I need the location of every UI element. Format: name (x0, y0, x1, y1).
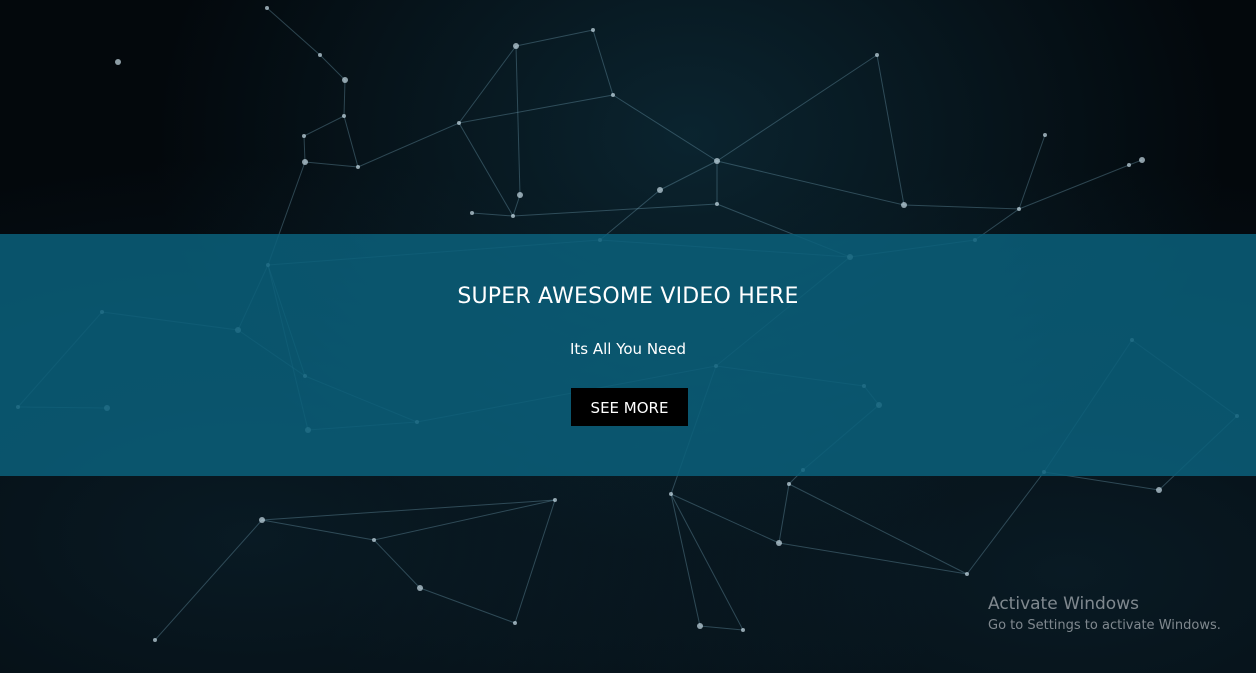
network-line (343, 115, 359, 168)
activate-windows-message: Go to Settings to activate Windows. (988, 618, 1221, 633)
network-line (903, 204, 1020, 210)
network-line (716, 54, 878, 162)
network-line (778, 542, 968, 575)
network-node (342, 114, 346, 118)
network-line (304, 161, 359, 168)
network-node (457, 121, 461, 125)
network-line (471, 212, 514, 217)
network-node (776, 540, 782, 546)
network-node (875, 53, 879, 57)
network-line (670, 493, 701, 627)
network-node (318, 53, 322, 57)
hero-title: SUPER AWESOME VIDEO HERE (457, 284, 799, 309)
network-node (342, 77, 348, 83)
network-line (788, 483, 968, 575)
network-node (265, 6, 269, 10)
network-line (458, 122, 514, 217)
activate-windows-watermark: Activate Windows Go to Settings to activ… (988, 594, 1221, 633)
network-line (458, 45, 517, 124)
network-node (1043, 133, 1047, 137)
network-node (697, 623, 703, 629)
network-line (599, 189, 661, 241)
network-line (512, 194, 521, 217)
network-node (741, 628, 745, 632)
network-line (966, 471, 1045, 575)
network-line (670, 493, 744, 631)
network-node (513, 621, 517, 625)
network-line (512, 203, 718, 217)
network-line (261, 519, 375, 541)
network-line (612, 94, 718, 162)
network-line (154, 519, 263, 641)
network-line (373, 539, 421, 589)
network-line (670, 493, 780, 544)
network-node (517, 192, 523, 198)
network-node (715, 202, 719, 206)
network-line (592, 29, 614, 96)
network-line (303, 115, 345, 137)
network-node (302, 134, 306, 138)
network-line (1018, 134, 1046, 210)
activate-windows-title: Activate Windows (988, 594, 1139, 614)
network-line (357, 122, 460, 168)
network-line (343, 79, 346, 117)
network-node (657, 187, 663, 193)
network-node (417, 585, 423, 591)
network-node (115, 59, 121, 65)
network-line (716, 160, 905, 206)
network-line (876, 54, 905, 206)
network-node (553, 498, 557, 502)
network-node (1156, 487, 1162, 493)
network-line (515, 45, 521, 196)
network-node (1017, 207, 1021, 211)
network-node (669, 492, 673, 496)
network-line (514, 499, 556, 624)
network-line (266, 7, 321, 56)
video-background: SUPER AWESOME VIDEO HERE Its All You Nee… (0, 0, 1256, 673)
network-node (591, 28, 595, 32)
network-line (303, 135, 306, 163)
see-more-button[interactable]: SEE MORE (571, 388, 688, 426)
network-node (511, 214, 515, 218)
network-node (372, 538, 376, 542)
network-line (778, 483, 790, 544)
network-line (1018, 164, 1130, 210)
network-node (302, 159, 308, 165)
network-node (901, 202, 907, 208)
network-node (714, 158, 720, 164)
network-node (470, 211, 474, 215)
network-node (965, 572, 969, 576)
network-line (659, 160, 718, 191)
network-line (699, 625, 744, 631)
network-node (1127, 163, 1131, 167)
network-line (515, 29, 594, 47)
network-node (513, 43, 519, 49)
network-node (259, 517, 265, 523)
network-node (611, 93, 615, 97)
network-node (153, 638, 157, 642)
network-line (419, 587, 516, 624)
network-line (458, 94, 614, 124)
network-node (1139, 157, 1145, 163)
network-node (356, 165, 360, 169)
network-line (319, 54, 346, 81)
hero-subtitle: Its All You Need (569, 340, 687, 358)
network-node (787, 482, 791, 486)
